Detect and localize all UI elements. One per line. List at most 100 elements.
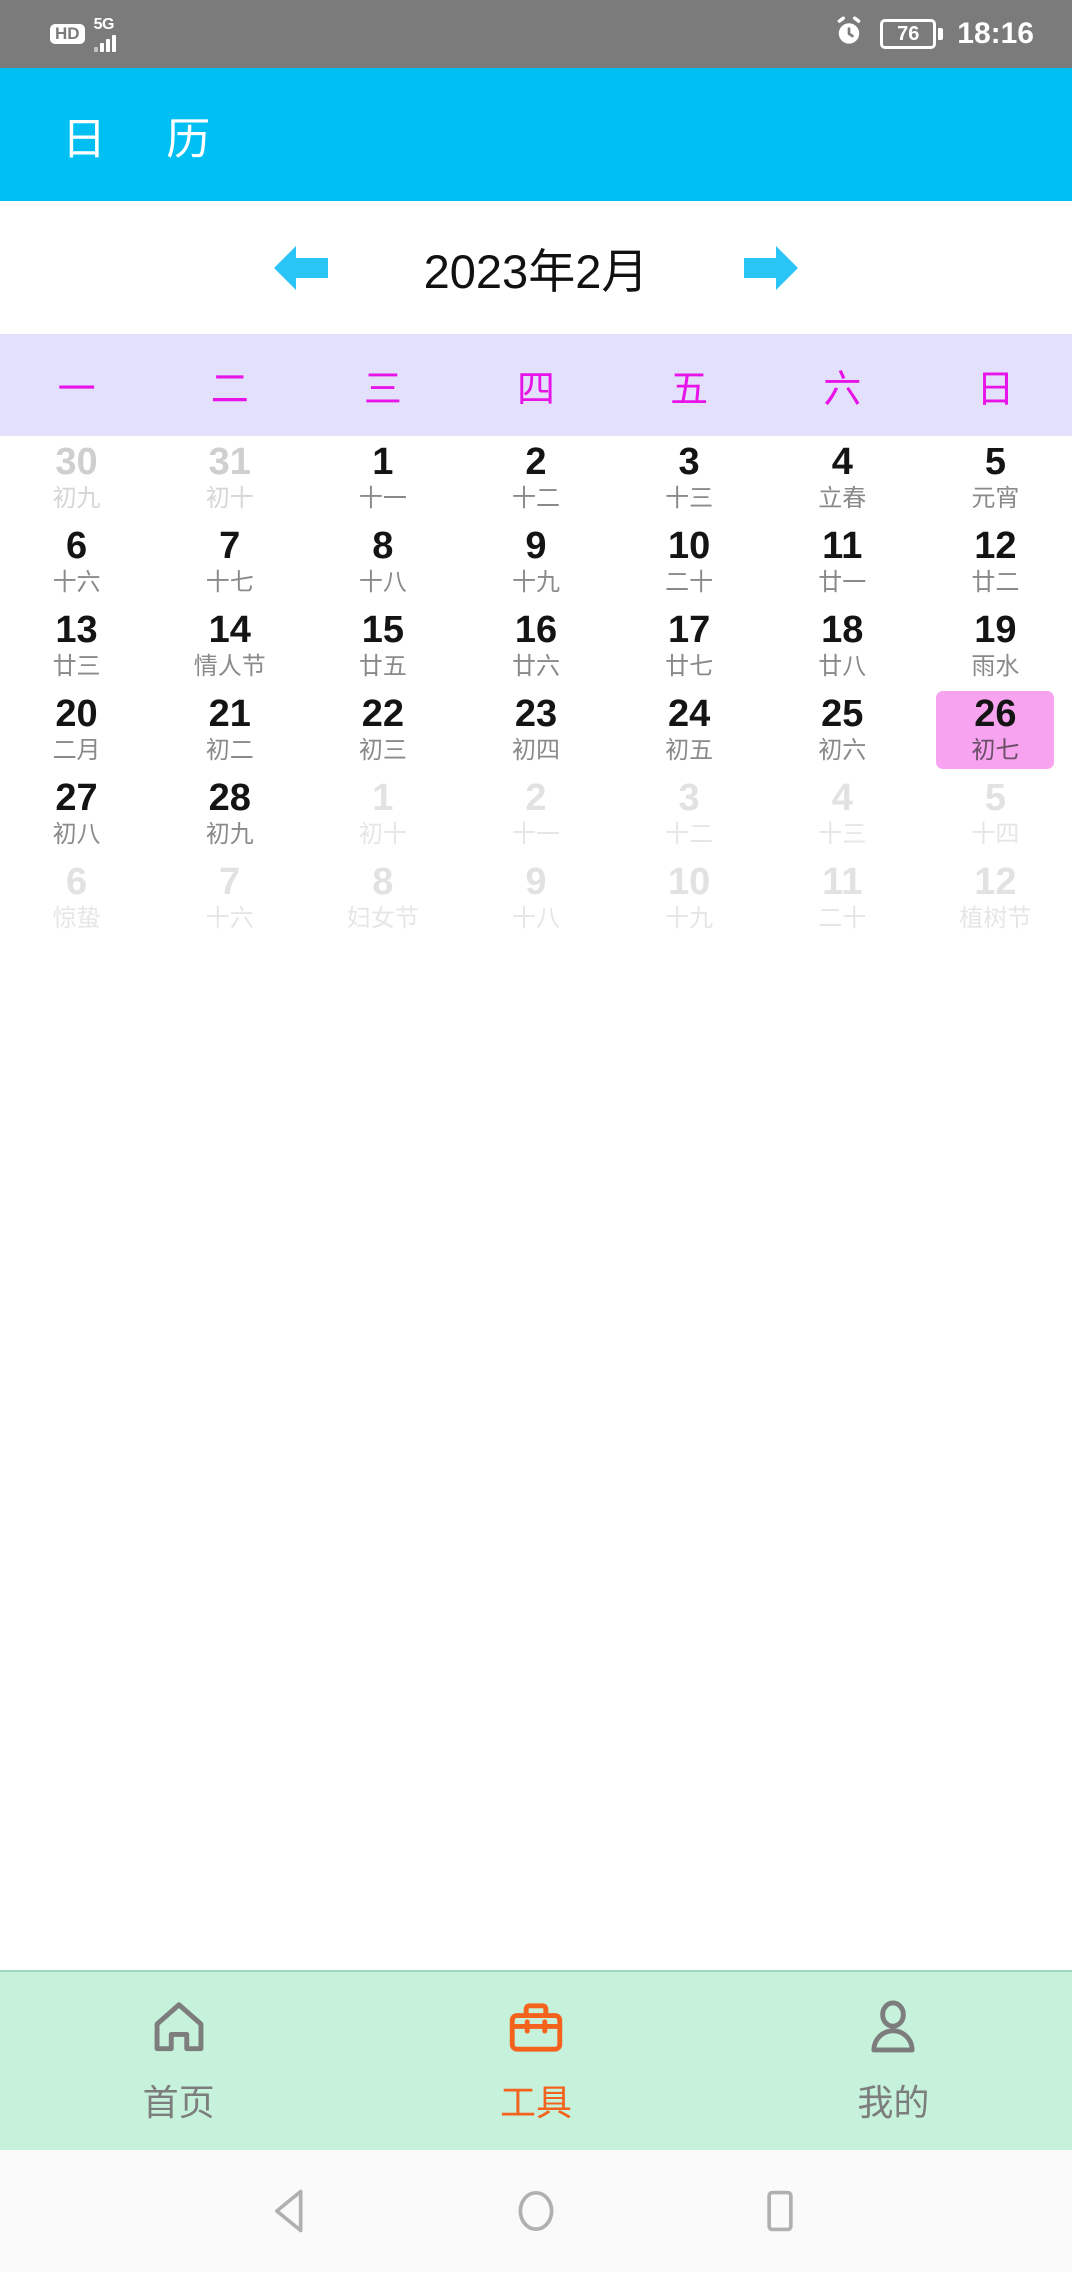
day-lunar-label: 十九 [665, 905, 714, 933]
calendar-day-cell[interactable]: 27 初八 [0, 772, 153, 856]
day-number: 3 [678, 441, 700, 484]
calendar-day-cell[interactable]: 9 十八 [459, 856, 612, 940]
calendar-day-cell[interactable]: 8 妇女节 [306, 856, 459, 940]
status-bar-clock: 18:16 [957, 17, 1034, 50]
calendar-day-cell[interactable]: 16 廿六 [459, 604, 612, 688]
calendar-day-cell[interactable]: 22 初三 [306, 688, 459, 772]
calendar-day-cell[interactable]: 4 立春 [766, 436, 919, 520]
day-number: 6 [65, 525, 88, 568]
calendar-day-cell[interactable]: 5 元宵 [919, 436, 1072, 520]
battery-level-label: 76 [880, 19, 937, 49]
day-number: 31 [208, 441, 251, 484]
calendar-day-cell[interactable]: 12 廿二 [919, 520, 1072, 604]
calendar-day-pad: 3 十二 [630, 775, 748, 853]
prev-month-button[interactable] [266, 240, 336, 296]
calendar-day-pad: 30 初九 [18, 439, 136, 517]
calendar-day-cell[interactable]: 2 十一 [459, 772, 612, 856]
calendar-day-pad: 8 妇女节 [324, 859, 442, 937]
calendar-day-cell[interactable]: 1 初十 [306, 772, 459, 856]
calendar-day-cell[interactable]: 9 十九 [459, 520, 612, 604]
day-lunar-label: 初十 [205, 485, 254, 513]
calendar-day-cell[interactable]: 23 初四 [459, 688, 612, 772]
day-lunar-label: 二月 [52, 737, 101, 765]
day-number: 20 [55, 693, 98, 736]
calendar-day-cell[interactable]: 21 初二 [153, 688, 306, 772]
alarm-clock-icon [832, 15, 866, 54]
calendar-day-cell[interactable]: 26 初七 [919, 688, 1072, 772]
calendar-day-cell[interactable]: 15 廿五 [306, 604, 459, 688]
calendar-day-cell[interactable]: 1 十一 [306, 436, 459, 520]
day-lunar-label: 元宵 [971, 485, 1020, 513]
calendar-day-cell[interactable]: 4 十三 [766, 772, 919, 856]
day-lunar-label: 十二 [511, 485, 560, 513]
calendar-day-cell[interactable]: 19 雨水 [919, 604, 1072, 688]
content-spacer [0, 940, 1072, 1970]
day-lunar-label: 廿六 [511, 653, 560, 681]
network-type-label: 5G [93, 15, 115, 33]
day-lunar-label: 初五 [665, 737, 714, 765]
android-recents-button[interactable] [743, 2174, 817, 2248]
day-lunar-label: 廿二 [971, 569, 1020, 597]
calendar-day-pad: 17 廿七 [630, 607, 748, 685]
calendar-day-cell[interactable]: 2 十二 [459, 436, 612, 520]
bottom-tab-bar: 首页 工具 我的 [0, 1970, 1072, 2150]
toolbox-icon [505, 1997, 567, 2064]
day-number: 5 [984, 441, 1006, 484]
calendar-day-pad: 2 十一 [477, 775, 595, 853]
calendar-day-cell[interactable]: 10 二十 [613, 520, 766, 604]
calendar-day-cell[interactable]: 11 二十 [766, 856, 919, 940]
day-lunar-label: 初七 [971, 737, 1020, 765]
recents-square-icon [767, 2190, 793, 2232]
calendar-day-cell[interactable]: 31 初十 [153, 436, 306, 520]
calendar-day-pad: 7 十七 [171, 523, 289, 601]
calendar-day-cell[interactable]: 3 十三 [613, 436, 766, 520]
calendar-day-cell[interactable]: 25 初六 [766, 688, 919, 772]
day-number: 6 [65, 861, 88, 904]
status-bar: HD 5G 76 18:16 [0, 0, 1072, 68]
calendar-day-pad: 24 初五 [630, 691, 748, 769]
tab-person[interactable]: 我的 [715, 1997, 1072, 2126]
calendar-day-cell[interactable]: 11 廿一 [766, 520, 919, 604]
calendar-day-cell[interactable]: 13 廿三 [0, 604, 153, 688]
calendar-day-cell[interactable]: 10 十九 [613, 856, 766, 940]
calendar-day-cell[interactable]: 6 十六 [0, 520, 153, 604]
day-lunar-label: 十六 [52, 569, 101, 597]
day-number: 1 [372, 777, 394, 820]
android-home-button[interactable] [499, 2174, 573, 2248]
tab-toolbox[interactable]: 工具 [357, 1997, 714, 2126]
day-number: 23 [514, 693, 558, 736]
arrow-left-icon [273, 245, 328, 290]
day-lunar-label: 廿五 [358, 653, 407, 681]
android-back-button[interactable] [255, 2174, 329, 2248]
weekday-label-4: 五 [670, 368, 709, 411]
calendar-day-cell[interactable]: 7 十七 [153, 520, 306, 604]
calendar-day-pad: 1 十一 [324, 439, 442, 517]
day-number: 14 [208, 609, 251, 652]
calendar-day-cell[interactable]: 28 初九 [153, 772, 306, 856]
calendar-day-cell[interactable]: 18 廿八 [766, 604, 919, 688]
calendar-day-cell[interactable]: 20 二月 [0, 688, 153, 772]
calendar-day-cell[interactable]: 14 情人节 [153, 604, 306, 688]
tab-home[interactable]: 首页 [0, 1997, 357, 2126]
hd-icon: HD [50, 24, 85, 44]
calendar-day-cell[interactable]: 12 植树节 [919, 856, 1072, 940]
page-title: 日 历 [62, 114, 235, 164]
calendar-day-pad: 10 十九 [630, 859, 748, 937]
day-number: 26 [974, 693, 1017, 736]
calendar-day-cell[interactable]: 5 十四 [919, 772, 1072, 856]
day-lunar-label: 初三 [358, 737, 407, 765]
calendar-day-cell[interactable]: 17 廿七 [613, 604, 766, 688]
day-lunar-label: 妇女节 [346, 905, 419, 933]
calendar-day-pad: 15 廿五 [324, 607, 442, 685]
day-lunar-label: 二十 [665, 569, 714, 597]
day-number: 19 [974, 609, 1017, 652]
calendar-day-cell[interactable]: 30 初九 [0, 436, 153, 520]
calendar-day-cell[interactable]: 24 初五 [613, 688, 766, 772]
calendar-day-cell[interactable]: 3 十二 [613, 772, 766, 856]
calendar-day-cell[interactable]: 8 十八 [306, 520, 459, 604]
day-number: 8 [372, 525, 394, 568]
next-month-button[interactable] [736, 240, 806, 296]
day-number: 12 [974, 861, 1017, 904]
calendar-day-cell[interactable]: 6 惊蛰 [0, 856, 153, 940]
calendar-day-cell[interactable]: 7 十六 [153, 856, 306, 940]
